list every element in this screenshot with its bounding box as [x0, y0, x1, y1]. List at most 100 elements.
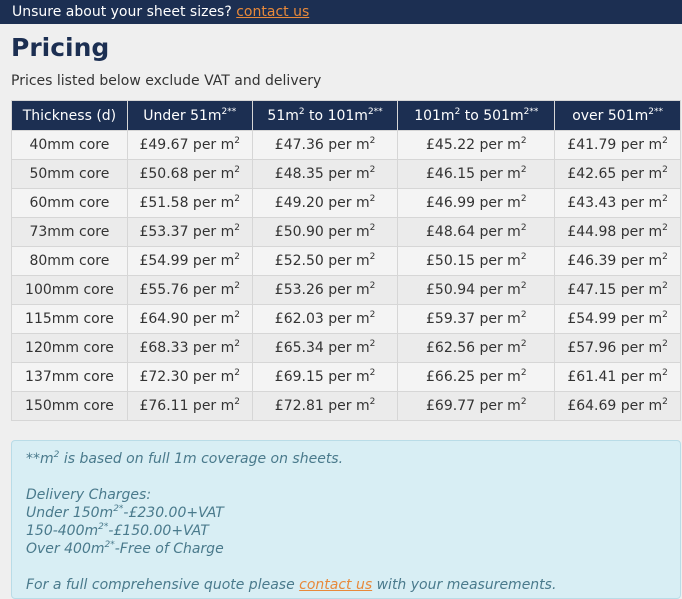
delivery-prefix: Over 400m: [26, 541, 105, 557]
delivery-sup: 2*: [113, 504, 124, 514]
price-unit: per m: [616, 340, 663, 356]
price-unit: per m: [323, 398, 370, 414]
price-cell: £62.03 per m2: [251, 304, 399, 334]
column-header: Thickness (d): [11, 100, 128, 131]
price-value: £47.36: [274, 137, 324, 153]
price-value: £57.96: [567, 340, 617, 356]
price-value: £50.15: [426, 253, 476, 269]
price-value: £66.25: [426, 369, 476, 385]
column-header: 101m2 to 501m2**: [397, 100, 556, 131]
price-cell: £72.81 per m2: [251, 391, 399, 421]
pricing-table: Thickness (d) Under 51m2** 51m2 to 101m2**…: [11, 100, 681, 421]
price-cell: £46.99 per m2: [397, 188, 556, 218]
price-unit: per m: [323, 224, 370, 240]
price-value: £59.37: [426, 311, 476, 327]
price-unit: per m: [616, 369, 663, 385]
banner-contact-link[interactable]: contact us: [236, 4, 309, 20]
table-row: 60mm core £51.58 per m2 £49.20 per m2 £46.9…: [11, 188, 681, 218]
price-cell: £46.39 per m2: [554, 246, 681, 276]
thickness-cell: 40mm core: [11, 130, 128, 160]
quote-prefix: For a full comprehensive quote please: [26, 577, 300, 593]
price-value: £69.15: [274, 369, 324, 385]
price-unit: per m: [616, 166, 663, 182]
price-unit: per m: [616, 195, 663, 211]
delivery-rest: -£150.00+VAT: [108, 523, 209, 539]
price-cell: £64.69 per m2: [554, 391, 681, 421]
price-unit: per m: [475, 311, 521, 327]
price-unit-sup: 2: [369, 223, 376, 233]
price-unit-sup: 2: [234, 368, 241, 378]
price-unit-sup: 2: [369, 281, 376, 291]
price-unit-sup: 2: [520, 165, 527, 175]
price-unit: per m: [323, 195, 370, 211]
price-value: £69.77: [426, 398, 476, 414]
price-cell: £45.22 per m2: [397, 130, 556, 160]
column-header: Under 51m2**: [126, 100, 253, 131]
price-cell: £64.90 per m2: [126, 304, 253, 334]
price-cell: £57.96 per m2: [554, 333, 681, 363]
price-cell: £65.34 per m2: [251, 333, 399, 363]
price-value: £72.30: [139, 369, 189, 385]
price-unit: per m: [188, 137, 235, 153]
price-unit: per m: [475, 398, 521, 414]
price-value: £45.22: [426, 137, 476, 153]
header-sup: 2**: [648, 106, 663, 117]
price-unit-sup: 2: [662, 397, 668, 407]
price-value: £46.15: [426, 166, 476, 182]
price-cell: £62.56 per m2: [397, 333, 556, 363]
price-cell: £55.76 per m2: [126, 275, 253, 305]
price-unit-sup: 2: [662, 252, 668, 262]
price-unit-sup: 2: [662, 136, 668, 146]
price-unit-sup: 2: [369, 194, 376, 204]
price-unit: per m: [616, 224, 663, 240]
price-unit-sup: 2: [369, 397, 376, 407]
price-cell: £49.67 per m2: [126, 130, 253, 160]
price-value: £54.99: [567, 311, 617, 327]
coverage-rest: is based on full 1m coverage on sheets.: [59, 451, 344, 467]
price-value: £72.81: [274, 398, 324, 414]
header-text: 51m: [267, 107, 299, 124]
price-unit-sup: 2: [520, 223, 527, 233]
price-unit-sup: 2: [520, 310, 527, 320]
price-value: £64.69: [567, 398, 617, 414]
price-unit-sup: 2: [234, 310, 241, 320]
price-unit: per m: [475, 166, 521, 182]
price-value: £50.94: [426, 282, 476, 298]
price-unit: per m: [188, 195, 235, 211]
price-unit-sup: 2: [520, 339, 527, 349]
thickness-cell: 150mm core: [11, 391, 128, 421]
price-unit: per m: [188, 311, 235, 327]
price-unit: per m: [475, 340, 521, 356]
price-unit: per m: [188, 340, 235, 356]
pricing-subtitle: Prices listed below exclude VAT and deli…: [11, 73, 322, 89]
price-cell: £52.50 per m2: [251, 246, 399, 276]
price-unit-sup: 2: [662, 165, 668, 175]
thickness-cell: 120mm core: [11, 333, 128, 363]
price-cell: £69.77 per m2: [397, 391, 556, 421]
price-value: £41.79: [567, 137, 617, 153]
price-value: £48.64: [426, 224, 476, 240]
price-cell: £54.99 per m2: [126, 246, 253, 276]
header-sup: 2**: [523, 106, 539, 117]
price-value: £50.90: [274, 224, 324, 240]
price-unit: per m: [475, 224, 521, 240]
price-unit-sup: 2: [520, 368, 527, 378]
table-row: 40mm core £49.67 per m2 £47.36 per m 2 £45.2…: [11, 130, 681, 160]
price-unit-sup: 2: [369, 368, 376, 378]
delivery-heading: Delivery Charges:: [26, 487, 152, 503]
price-unit: per m: [616, 398, 663, 414]
price-value: £44.98: [567, 224, 617, 240]
delivery-sup: 2*: [104, 540, 115, 550]
price-cell: £41.79 per m2: [554, 130, 681, 160]
table-row: 80mm core £54.99 per m2 £52.50 per m2 £50.1…: [11, 246, 681, 276]
quote-contact-link[interactable]: contact us: [299, 577, 372, 593]
price-cell: £42.65 per m2: [554, 159, 681, 189]
quote-suffix: with your measurements.: [372, 577, 557, 593]
price-cell: £50.94 per m2: [397, 275, 556, 305]
header-sup: 2**: [367, 106, 383, 117]
price-unit-sup: 2: [662, 310, 668, 320]
thickness-cell: 100mm core: [11, 275, 128, 305]
price-cell: £53.26 per m2: [251, 275, 399, 305]
price-cell: £72.30 per m2: [126, 362, 253, 392]
price-unit-sup: 2: [369, 165, 376, 175]
